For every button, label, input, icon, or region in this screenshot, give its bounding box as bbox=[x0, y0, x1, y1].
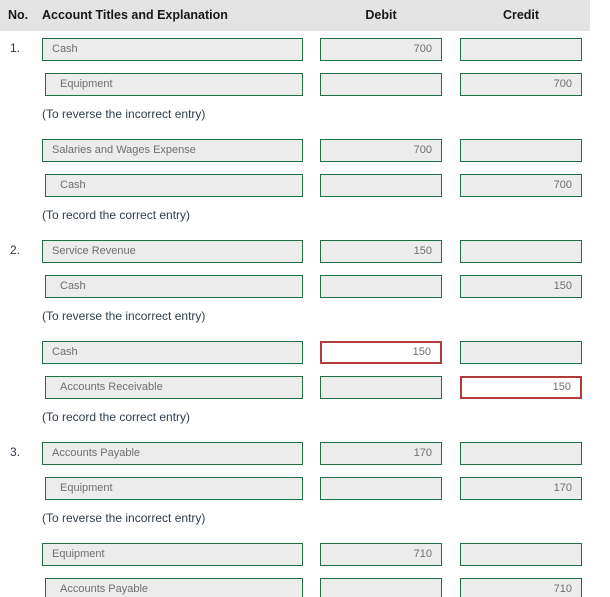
entry-number: 3. bbox=[10, 445, 21, 459]
account-title-input[interactable]: Cash bbox=[45, 174, 303, 197]
entry-explanation: (To record the correct entry) bbox=[42, 410, 191, 424]
entry-number: 1. bbox=[10, 41, 21, 55]
entry-explanation: (To reverse the incorrect entry) bbox=[42, 309, 206, 323]
credit-amount-input[interactable]: 150 bbox=[460, 275, 582, 298]
journal-line-row: 1. Cash 700 bbox=[0, 31, 610, 66]
journal-line-row: 2. Service Revenue 150 bbox=[0, 233, 610, 268]
debit-amount-input[interactable]: 710 bbox=[320, 543, 442, 566]
journal-line-row: Cash 700 bbox=[0, 167, 610, 202]
credit-amount-input[interactable] bbox=[460, 139, 582, 162]
column-header-debit: Debit bbox=[365, 8, 397, 22]
credit-amount-input[interactable]: 700 bbox=[460, 174, 582, 197]
credit-amount-input[interactable]: 700 bbox=[460, 73, 582, 96]
journal-line-row: Equipment 700 bbox=[0, 66, 610, 101]
column-header-no: No. bbox=[8, 8, 29, 22]
account-title-input[interactable]: Salaries and Wages Expense bbox=[42, 139, 303, 162]
account-title-input[interactable]: Equipment bbox=[45, 477, 303, 500]
column-header-credit: Credit bbox=[502, 8, 540, 22]
entry-explanation: (To record the correct entry) bbox=[42, 208, 191, 222]
debit-amount-input[interactable] bbox=[320, 578, 442, 597]
credit-amount-input[interactable] bbox=[460, 38, 582, 61]
journal-line-row: Equipment 170 bbox=[0, 470, 610, 505]
journal-line-row: Accounts Payable 710 bbox=[0, 571, 610, 597]
journal-line-row: Cash 150 bbox=[0, 334, 610, 369]
journal-line-row: Salaries and Wages Expense 700 bbox=[0, 132, 610, 167]
credit-amount-input[interactable] bbox=[460, 442, 582, 465]
account-title-input[interactable]: Cash bbox=[42, 341, 303, 364]
credit-amount-input[interactable] bbox=[460, 543, 582, 566]
journal-line-row: Cash 150 bbox=[0, 268, 610, 303]
debit-amount-input[interactable] bbox=[320, 73, 442, 96]
debit-amount-input[interactable] bbox=[320, 275, 442, 298]
credit-amount-input[interactable] bbox=[460, 341, 582, 364]
debit-amount-input[interactable]: 700 bbox=[320, 139, 442, 162]
account-title-input[interactable]: Accounts Receivable bbox=[45, 376, 303, 399]
journal-line-row: 3. Accounts Payable 170 bbox=[0, 435, 610, 470]
account-title-input[interactable]: Accounts Payable bbox=[45, 578, 303, 597]
account-title-input[interactable]: Equipment bbox=[45, 73, 303, 96]
credit-amount-input[interactable]: 150 bbox=[460, 376, 582, 399]
account-title-input[interactable]: Accounts Payable bbox=[42, 442, 303, 465]
account-title-input[interactable]: Cash bbox=[42, 38, 303, 61]
journal-line-row: Equipment 710 bbox=[0, 536, 610, 571]
debit-amount-input[interactable] bbox=[320, 376, 442, 399]
account-title-input[interactable]: Equipment bbox=[42, 543, 303, 566]
entry-explanation: (To reverse the incorrect entry) bbox=[42, 107, 206, 121]
entry-explanation: (To reverse the incorrect entry) bbox=[42, 511, 206, 525]
journal-line-row: Accounts Receivable 150 bbox=[0, 369, 610, 404]
debit-amount-input[interactable]: 700 bbox=[320, 38, 442, 61]
account-title-input[interactable]: Cash bbox=[45, 275, 303, 298]
column-header-account: Account Titles and Explanation bbox=[42, 8, 228, 22]
debit-amount-input[interactable]: 150 bbox=[320, 240, 442, 263]
entry-number: 2. bbox=[10, 243, 21, 257]
table-header-row: No. Account Titles and Explanation Debit… bbox=[0, 0, 590, 31]
debit-amount-input[interactable] bbox=[320, 174, 442, 197]
debit-amount-input[interactable]: 170 bbox=[320, 442, 442, 465]
account-title-input[interactable]: Service Revenue bbox=[42, 240, 303, 263]
journal-entry-page: No. Account Titles and Explanation Debit… bbox=[0, 0, 610, 597]
credit-amount-input[interactable] bbox=[460, 240, 582, 263]
journal-entries-body: 1. Cash 700 Equipment 700 (To reverse the inc… bbox=[0, 31, 610, 597]
credit-amount-input[interactable]: 170 bbox=[460, 477, 582, 500]
credit-amount-input[interactable]: 710 bbox=[460, 578, 582, 597]
debit-amount-input[interactable]: 150 bbox=[320, 341, 442, 364]
debit-amount-input[interactable] bbox=[320, 477, 442, 500]
